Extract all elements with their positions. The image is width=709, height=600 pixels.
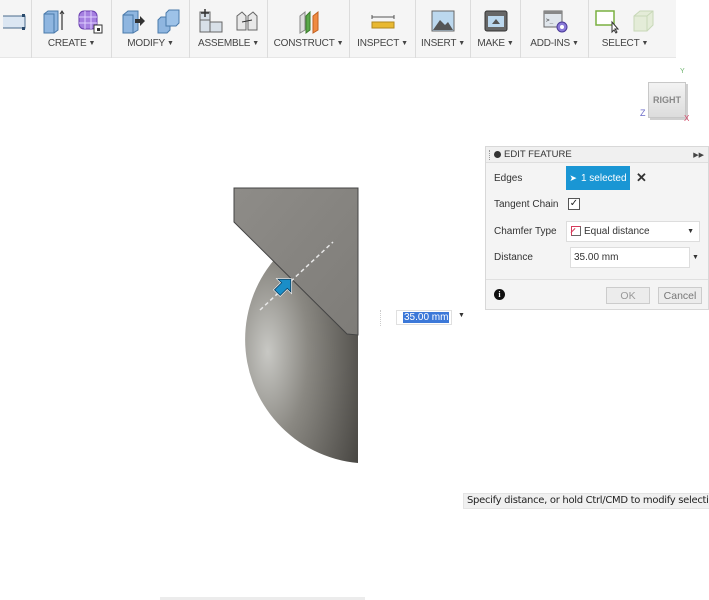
new-component-icon[interactable] (198, 8, 224, 34)
model-viewport[interactable] (225, 180, 370, 470)
svg-text:>_: >_ (546, 17, 554, 24)
cursor-arrow-icon: ➤ (569, 172, 577, 183)
sketch-rectangle-icon[interactable] (0, 8, 29, 34)
info-icon[interactable]: i (494, 289, 505, 300)
select-label: SELECT (601, 38, 640, 49)
toolbar-group-assemble: ASSEMBLE ▼ (190, 0, 268, 58)
inspect-menu[interactable]: INSPECT ▼ (357, 38, 408, 49)
toolbar-group-inspect: INSPECT ▼ (350, 0, 416, 58)
modify-label: MODIFY (127, 38, 165, 49)
floating-distance-input: 35.00 mm ▼ (380, 308, 468, 328)
caret-down-icon: ▼ (641, 40, 649, 47)
construct-label: CONSTRUCT (273, 38, 335, 49)
create-label: CREATE (47, 38, 87, 49)
equal-distance-icon (571, 226, 581, 236)
joint-icon[interactable] (234, 8, 260, 34)
assemble-label: ASSEMBLE (197, 38, 251, 49)
select-menu[interactable]: SELECT ▼ (601, 38, 649, 49)
drag-grip[interactable] (489, 149, 491, 160)
form-icon[interactable] (77, 8, 103, 34)
toolbar-group-select: SELECT ▼ (589, 0, 661, 58)
toolbar-group-addins: >_ ADD-INS ▼ (521, 0, 589, 58)
distance-input[interactable]: 35.00 mm (570, 246, 690, 268)
3d-print-icon[interactable] (483, 8, 509, 34)
panel-title: EDIT FEATURE (504, 149, 572, 160)
view-cube-face-right[interactable]: RIGHT (648, 82, 686, 118)
window-select-icon[interactable] (594, 8, 620, 34)
caret-down-icon[interactable]: ▼ (458, 312, 465, 319)
insert-image-icon[interactable] (430, 8, 456, 34)
caret-down-icon[interactable]: ▼ (692, 254, 699, 261)
tangent-chain-checkbox[interactable]: ✓ (568, 198, 580, 210)
caret-down-icon: ▼ (252, 40, 260, 47)
edges-label: Edges (494, 172, 523, 184)
panel-header[interactable]: EDIT FEATURE ▶▶ (486, 147, 708, 163)
caret-down-icon: ▼ (571, 40, 579, 47)
caret-down-icon: ▼ (336, 40, 344, 47)
toolbar-group-insert: INSERT ▼ (416, 0, 471, 58)
view-cube[interactable]: Y RIGHT Z X (640, 68, 700, 126)
create-menu[interactable]: CREATE ▼ (47, 38, 96, 49)
extrude-icon[interactable] (41, 8, 67, 34)
chamfer-type-row: Chamfer Type Equal distance ▼ (486, 219, 708, 243)
ok-button[interactable]: OK (606, 287, 650, 304)
toolbar-group-construct: CONSTRUCT ▼ (268, 0, 350, 58)
make-label: MAKE (477, 38, 505, 49)
construct-menu[interactable]: CONSTRUCT ▼ (274, 38, 344, 49)
construct-plane-icon[interactable] (296, 8, 322, 34)
addins-label: ADD-INS (530, 38, 570, 49)
collapse-icon[interactable] (494, 151, 501, 158)
edit-feature-panel: EDIT FEATURE ▶▶ Edges ➤ 1 selected ✕ Tan… (485, 146, 709, 310)
distance-heads-up-value: 35.00 mm (403, 312, 450, 323)
make-menu[interactable]: MAKE ▼ (477, 38, 513, 49)
press-pull-icon[interactable] (120, 8, 146, 34)
caret-down-icon: ▼ (401, 40, 408, 47)
toolbar-group-sketch (0, 0, 32, 58)
chamfer-type-select[interactable]: Equal distance ▼ (566, 220, 700, 242)
tangent-chain-row: Tangent Chain ✓ (486, 192, 708, 216)
toolbar-group-create: CREATE ▼ (32, 0, 112, 58)
edges-row: Edges ➤ 1 selected ✕ (486, 166, 708, 190)
distance-row: Distance 35.00 mm ▼ (486, 245, 708, 269)
distance-label: Distance (494, 251, 533, 263)
tangent-chain-label: Tangent Chain (494, 198, 559, 210)
axis-y-label: Y (680, 68, 685, 75)
modify-menu[interactable]: MODIFY ▼ (127, 38, 174, 49)
distance-value: 35.00 mm (574, 251, 619, 263)
addins-menu[interactable]: ADD-INS ▼ (530, 38, 579, 49)
cancel-button[interactable]: Cancel (658, 287, 702, 304)
toolbar-group-modify: MODIFY ▼ (112, 0, 190, 58)
insert-menu[interactable]: INSERT ▼ (421, 38, 465, 49)
drag-grip[interactable] (380, 310, 382, 326)
clear-selection-icon[interactable]: ✕ (636, 170, 647, 186)
inspect-label: INSPECT (357, 38, 400, 49)
edges-selected-count: 1 selected (580, 172, 627, 184)
combine-icon[interactable] (156, 8, 182, 34)
insert-label: INSERT (420, 38, 457, 49)
caret-down-icon: ▼ (687, 227, 694, 235)
axis-x-label: X (684, 114, 690, 123)
toolbar-group-make: MAKE ▼ (471, 0, 521, 58)
chamfer-type-value: Equal distance (584, 225, 650, 237)
caret-down-icon: ▼ (506, 40, 514, 47)
chamfer-type-label: Chamfer Type (494, 225, 557, 237)
caret-down-icon: ▼ (88, 40, 96, 47)
caret-down-icon: ▼ (166, 40, 174, 47)
distance-heads-up-field[interactable]: 35.00 mm (396, 310, 452, 325)
scripts-addins-icon[interactable]: >_ (542, 8, 568, 34)
assemble-menu[interactable]: ASSEMBLE ▼ (198, 38, 259, 49)
toolbar: CREATE ▼ MODIFY ▼ ASSEMBLE ▼ CONSTRUCT ▼… (0, 0, 676, 58)
status-tooltip: Specify distance, or hold Ctrl/CMD to mo… (463, 493, 709, 509)
expand-panel-icon[interactable]: ▶▶ (693, 151, 704, 159)
panel-footer: i OK Cancel (486, 279, 708, 309)
edges-select-button[interactable]: ➤ 1 selected (566, 166, 630, 190)
caret-down-icon: ▼ (458, 40, 466, 47)
axis-z-label: Z (640, 108, 646, 118)
measure-icon[interactable] (370, 8, 396, 34)
select-cube-icon[interactable] (630, 8, 656, 34)
